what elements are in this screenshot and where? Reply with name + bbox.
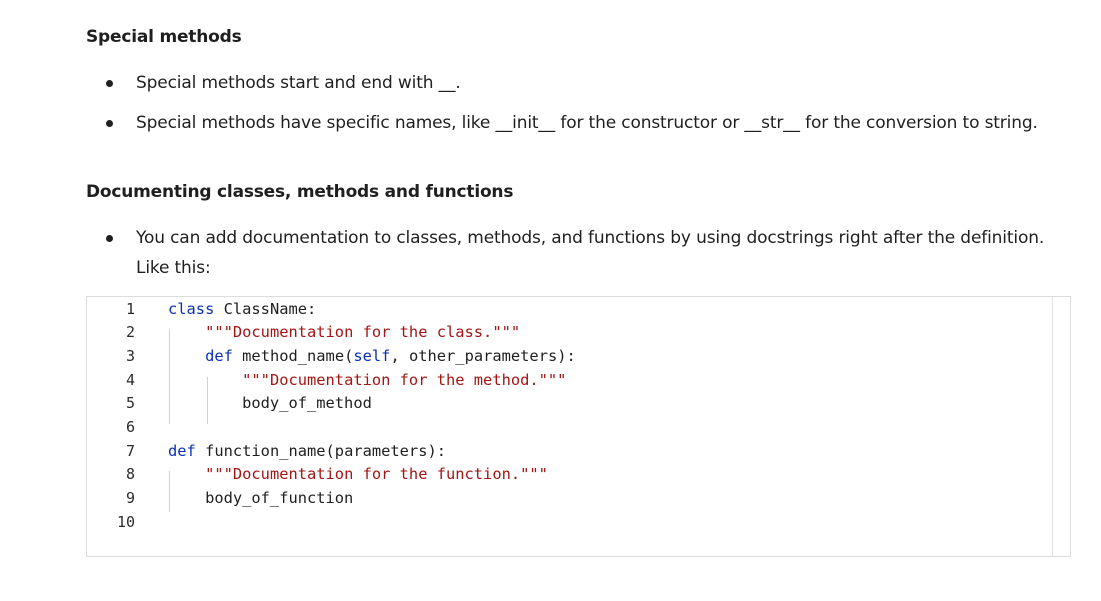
code-line: """Documentation for the method."""	[168, 369, 566, 393]
code-text: ClassName:	[214, 299, 317, 318]
line-number: 4	[125, 370, 135, 389]
code-self: self	[353, 346, 391, 365]
code-line: def function_name(parameters):	[168, 440, 446, 464]
code-string: """Documentation for the function."""	[205, 465, 548, 484]
bullet-icon	[106, 80, 113, 87]
bullet-icon	[106, 235, 113, 242]
list-item-text: Special methods have specific names, lik…	[136, 113, 1038, 133]
code-line: def method_name(self, other_parameters):	[168, 345, 576, 369]
code-scrollbar[interactable]	[1052, 297, 1070, 556]
code-line: """Documentation for the function."""	[168, 463, 548, 487]
line-number: 10	[116, 512, 135, 531]
code-line: """Documentation for the class."""	[168, 321, 520, 345]
line-number: 9	[125, 489, 135, 508]
list-item: You can add documentation to classes, me…	[86, 223, 1076, 283]
code-block[interactable]: 1 2 3 4 5 6 7 8 9 10 class ClassName: """Document…	[86, 296, 1071, 557]
indent-guide	[169, 329, 170, 424]
code-line: body_of_method	[168, 392, 372, 416]
line-number: 5	[125, 394, 135, 413]
code-string: """Documentation for the class."""	[205, 323, 521, 342]
line-number: 8	[125, 465, 135, 484]
indent-guide	[207, 377, 208, 424]
line-number: 1	[125, 299, 135, 318]
list-item-text: You can add documentation to classes, me…	[136, 228, 1045, 278]
code-text: body_of_function	[168, 489, 354, 508]
line-number: 7	[125, 441, 135, 460]
code-line: class ClassName:	[168, 298, 316, 322]
list-item-text: Special methods start and end with __.	[136, 73, 461, 93]
code-keyword: def	[205, 346, 233, 365]
code-keyword: class	[168, 299, 215, 318]
code-text: body_of_method	[168, 394, 372, 413]
list-item: Special methods have specific names, lik…	[86, 108, 1076, 138]
list-item: Special methods start and end with __.	[86, 68, 1076, 98]
line-number: 2	[125, 323, 135, 342]
bullet-icon	[106, 120, 113, 127]
code-string: """Documentation for the method."""	[242, 370, 567, 389]
code-text: function_name(parameters):	[195, 441, 446, 460]
line-number: 3	[125, 346, 135, 365]
indent-guide	[169, 471, 170, 512]
line-number-gutter: 1 2 3 4 5 6 7 8 9 10	[87, 297, 143, 556]
section-heading-special-methods: Special methods	[86, 27, 242, 47]
code-text: , other_parameters):	[390, 346, 576, 365]
line-number: 6	[125, 418, 135, 436]
code-text: method_name(	[232, 346, 354, 365]
code-keyword: def	[168, 441, 196, 460]
code-line: body_of_function	[168, 487, 353, 511]
section-heading-documenting: Documenting classes, methods and functio…	[86, 182, 514, 202]
